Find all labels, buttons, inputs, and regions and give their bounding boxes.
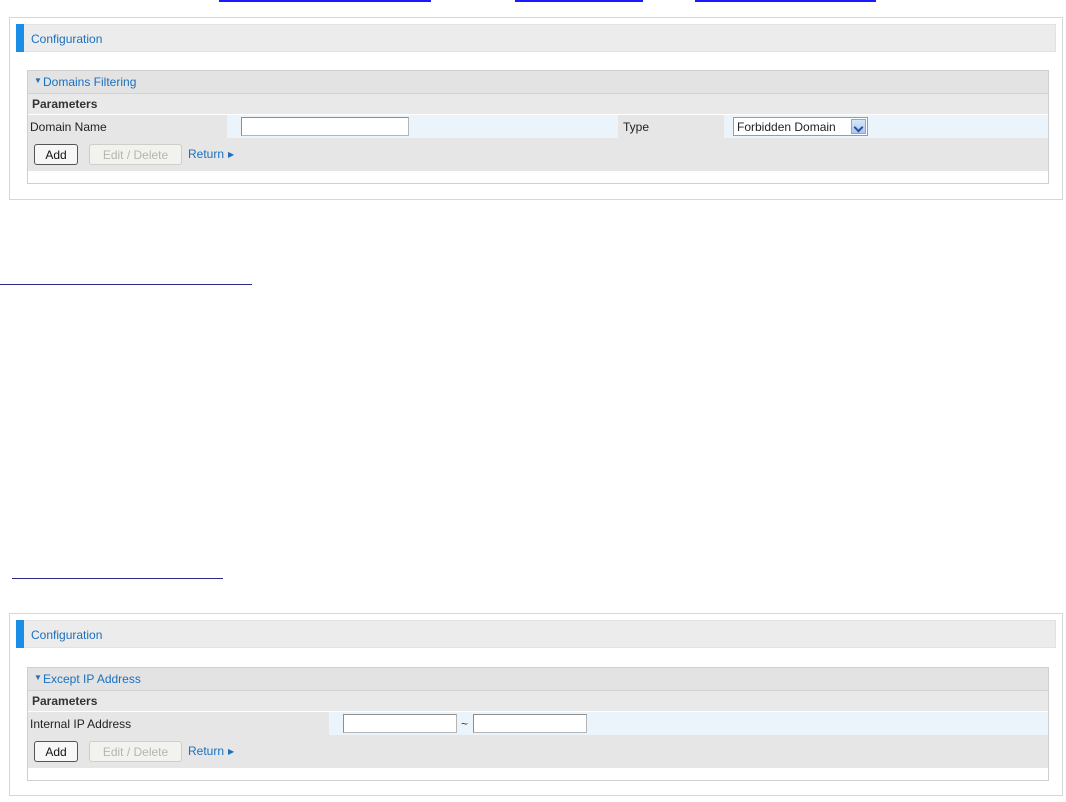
parameters-label: Parameters: [32, 694, 98, 708]
add-button[interactable]: Add: [34, 741, 78, 762]
section-header[interactable]: ▼ Except IP Address: [28, 668, 1048, 691]
parameters-label: Parameters: [32, 97, 98, 111]
configuration-bar: Configuration: [16, 24, 1056, 52]
return-link[interactable]: Return ▶: [188, 147, 234, 161]
internal-ip-label: Internal IP Address: [30, 717, 132, 731]
domain-name-label: Domain Name: [30, 120, 107, 134]
return-link[interactable]: Return ▶: [188, 744, 234, 758]
add-button[interactable]: Add: [34, 144, 78, 165]
range-separator: ~: [461, 717, 469, 731]
section-header[interactable]: ▼ Domains Filtering: [28, 71, 1048, 94]
configuration-label: Configuration: [31, 32, 103, 46]
parameters-row: Parameters: [28, 691, 1048, 712]
ip-start-input[interactable]: [343, 714, 457, 733]
right-arrow-icon: ▶: [228, 150, 235, 159]
dropdown-arrow-icon[interactable]: [851, 119, 866, 134]
action-row: Add Edit / Delete Return ▶: [28, 735, 1048, 768]
except-ip-section: ▼ Except IP Address Parameters Internal …: [27, 667, 1049, 781]
type-label: Type: [623, 120, 650, 134]
configuration-accent: [16, 24, 24, 52]
type-select[interactable]: Forbidden Domain: [733, 117, 868, 136]
internal-ip-row: Internal IP Address ~: [28, 712, 1048, 735]
domains-filtering-panel: Configuration ▼ Domains Filtering Parame…: [9, 17, 1063, 200]
top-link-2[interactable]: [515, 0, 643, 2]
configuration-bar: Configuration: [16, 620, 1056, 648]
domain-type-row: Domain Name Type Forbidden Domain: [28, 115, 1048, 138]
return-label: Return: [188, 744, 225, 758]
ip-end-input[interactable]: [473, 714, 587, 733]
edit-delete-button[interactable]: Edit / Delete: [89, 144, 182, 165]
configuration-accent: [16, 620, 24, 648]
section-title: Except IP Address: [43, 672, 141, 686]
action-row: Add Edit / Delete Return ▶: [28, 138, 1048, 171]
top-link-3[interactable]: [695, 0, 876, 2]
edit-delete-button[interactable]: Edit / Delete: [89, 741, 182, 762]
collapse-triangle-icon[interactable]: ▼: [34, 76, 42, 85]
doc-link-underline-1[interactable]: [0, 284, 252, 285]
configuration-label: Configuration: [31, 628, 103, 642]
collapse-triangle-icon[interactable]: ▼: [34, 673, 42, 682]
doc-link-underline-2[interactable]: [12, 578, 223, 579]
domains-filtering-section: ▼ Domains Filtering Parameters Domain Na…: [27, 70, 1049, 184]
type-select-value: Forbidden Domain: [737, 120, 836, 134]
section-title: Domains Filtering: [43, 75, 137, 89]
top-link-1[interactable]: [219, 0, 431, 2]
parameters-row: Parameters: [28, 94, 1048, 115]
except-ip-panel: Configuration ▼ Except IP Address Parame…: [9, 613, 1063, 796]
return-label: Return: [188, 147, 225, 161]
right-arrow-icon: ▶: [228, 747, 235, 756]
domain-name-input[interactable]: [241, 117, 409, 136]
